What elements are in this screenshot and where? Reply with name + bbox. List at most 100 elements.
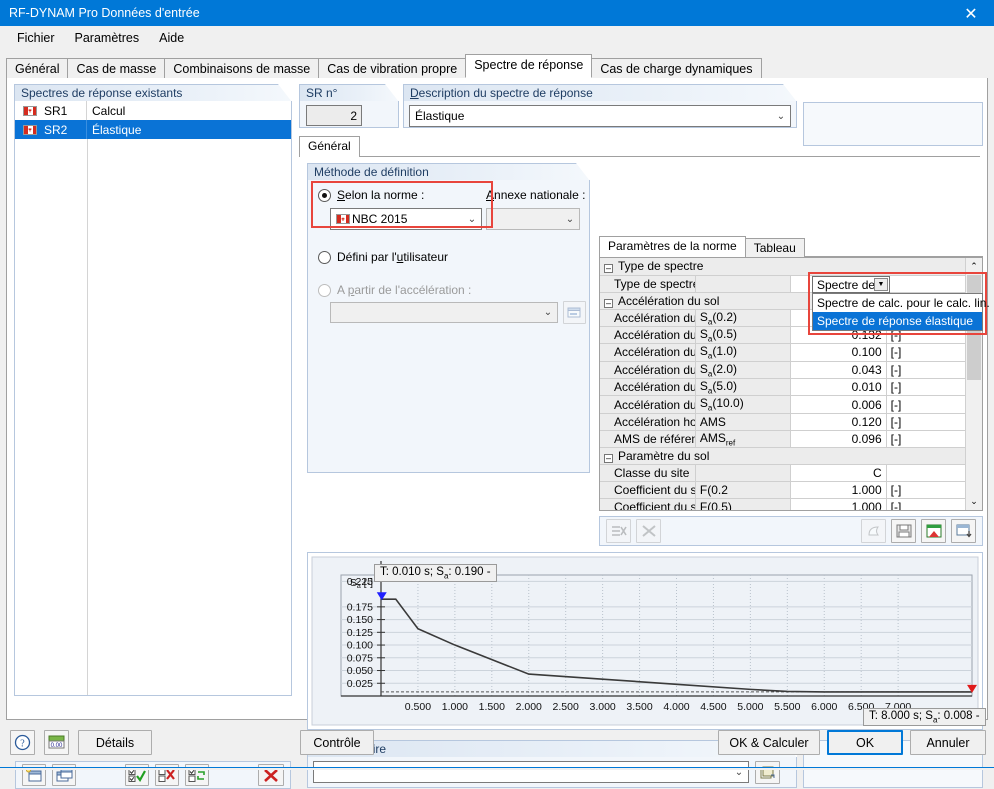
response-spectrum-chart[interactable]: 0.225 0.175 0.150 0.125 0.100 0.075 0.050 0.025… [307, 552, 986, 730]
tab-cas-de-vibration-propre[interactable]: Cas de vibration propre [318, 58, 467, 79]
table-group-row[interactable]: – Paramètre du sol [600, 447, 982, 466]
standard-combo[interactable]: NBC 2015 ⌄ [330, 208, 482, 230]
table-row[interactable]: Coefficient du site pour uneF(0.5)1.000[… [600, 498, 982, 510]
chevron-down-icon[interactable]: ▼ [874, 278, 888, 291]
export-excel-button[interactable] [921, 519, 946, 543]
ok-button[interactable]: OK [827, 730, 903, 755]
table-cell-label: Type de spectre [600, 275, 696, 293]
tab-general[interactable]: Général [6, 58, 69, 79]
table-cell-value[interactable]: 0.100 [790, 343, 887, 362]
table-cell-value[interactable]: 1.000 [790, 481, 887, 500]
table-cell-value[interactable]: 0.010 [790, 378, 887, 397]
tab-cas-de-masse[interactable]: Cas de masse [67, 58, 166, 79]
table-row[interactable]: Classe du site C [600, 464, 982, 483]
from-acceleration-radio[interactable] [318, 283, 331, 297]
standard-radio-row[interactable]: Selon la norme : [318, 188, 424, 202]
help-button[interactable]: ? [10, 730, 35, 755]
general-subtab-bar: Général [299, 136, 980, 157]
dropdown-option-elastic[interactable]: Spectre de réponse élastique [813, 312, 982, 330]
national-annex-combo[interactable]: ⌄ [486, 208, 580, 230]
sr2-id-cell: SR2 [15, 120, 87, 139]
chart-end-tooltip: T: 8.000 s; Sa: 0.008 - [863, 708, 986, 727]
description-title: Description du spectre de réponse [403, 84, 797, 101]
table-row[interactable]: Accélération du spectre pouSa(5.0)0.010[… [600, 378, 982, 397]
menu-item-parametres[interactable]: Paramètres [66, 28, 149, 48]
subtab-parametres-de-la-norme[interactable]: Paramètres de la norme [599, 236, 746, 257]
table-cell-symbol [695, 275, 792, 293]
menu-item-fichier[interactable]: Fichier [8, 28, 64, 48]
spectrum-type-combo[interactable]: Spectre de ▼ [812, 276, 890, 293]
table-row[interactable]: Accélération horizontale maAMS0.120[-] [600, 413, 982, 431]
subtab-tableau[interactable]: Tableau [744, 238, 805, 257]
list-item[interactable]: SR1 Calcul [15, 101, 291, 120]
tab-spectre-de-reponse[interactable]: Spectre de réponse [465, 54, 593, 78]
table-cell-label: Accélération du spectre pou [600, 378, 696, 397]
table-cell-value[interactable]: 0.120 [790, 413, 887, 431]
close-icon[interactable]: ✕ [948, 0, 994, 26]
from-acceleration-label: A partir de l'accélération : [337, 283, 472, 297]
print-preview-button[interactable] [861, 519, 886, 543]
details-button[interactable]: Détails [78, 730, 152, 755]
save-button[interactable] [891, 519, 916, 543]
subtab-general[interactable]: Général [299, 136, 360, 157]
svg-text:0.025: 0.025 [347, 678, 373, 690]
description-title-rest: escription du spectre de réponse [418, 86, 593, 100]
from-acceleration-radio-row[interactable]: A partir de l'accélération : [318, 283, 471, 297]
table-cell-value[interactable]: 1.000 [790, 498, 887, 510]
collapse-icon[interactable]: – [604, 264, 613, 274]
dropdown-option-calc[interactable]: Spectre de calc. pour le calc. lin. [813, 294, 990, 312]
chevron-down-icon[interactable]: ⌄ [561, 209, 579, 229]
table-cell-symbol [695, 464, 792, 483]
collapse-icon[interactable]: – [604, 454, 613, 464]
svg-text:0.150: 0.150 [347, 614, 373, 626]
table-cell-label: Accélération du spectre pou [600, 361, 696, 380]
table-cell-label: Accélération horizontale ma [600, 413, 696, 431]
spectrum-type-dropdown-list[interactable]: Spectre de calc. pour le calc. lin. Spec… [812, 293, 990, 331]
tab-combinaisons-de-masse[interactable]: Combinaisons de masse [164, 58, 320, 79]
tab-cas-de-charge-dynamiques[interactable]: Cas de charge dynamiques [591, 58, 762, 79]
table-row[interactable]: Accélération du spectre pouSa(2.0)0.043[… [600, 361, 982, 380]
chevron-up-icon[interactable]: ⌃ [966, 258, 982, 275]
table-group-label: – Type de spectre [600, 258, 982, 276]
svg-text:4.000: 4.000 [663, 701, 689, 713]
table-cell-value[interactable]: 0.006 [790, 395, 887, 414]
chevron-down-icon[interactable]: ⌄ [966, 493, 982, 510]
chevron-down-icon[interactable]: ⌄ [772, 106, 790, 126]
acceleration-import-button[interactable] [563, 301, 586, 324]
user-defined-radio[interactable] [318, 250, 331, 264]
table-row[interactable]: Type de spectre [600, 275, 982, 293]
check-button[interactable]: Contrôle [300, 730, 374, 755]
clear-row-button[interactable] [606, 519, 631, 543]
table-cell-value[interactable]: 0.096 [790, 430, 887, 449]
svg-text:0.175: 0.175 [347, 601, 373, 613]
table-row[interactable]: AMS de référence pour la dAMSref0.096[-] [600, 430, 982, 449]
user-defined-radio-row[interactable]: Défini par l'utilisateur [318, 250, 448, 264]
clear-all-button[interactable] [636, 519, 661, 543]
cancel-button[interactable]: Annuler [910, 730, 986, 755]
existing-spectra-list[interactable]: SR1 Calcul SR2 Élastique [15, 101, 291, 695]
printer-icon [867, 526, 879, 536]
table-cell-value[interactable]: C [790, 464, 887, 483]
table-row[interactable]: Accélération du spectre pouSa(10.0)0.006… [600, 395, 982, 414]
ok-calculate-button[interactable]: OK & Calculer [718, 730, 820, 755]
description-combo[interactable]: Élastique ⌄ [409, 105, 791, 127]
units-button[interactable]: 0.00 [44, 730, 69, 755]
user-defined-label: Défini par l'utilisateur [337, 250, 449, 264]
table-row[interactable]: Accélération du spectre pouSa(1.0)0.100[… [600, 343, 982, 362]
standard-radio-label: Selon la norme : [337, 188, 425, 202]
list-item[interactable]: SR2 Élastique [15, 120, 291, 139]
table-cell-label: Classe du site [600, 464, 696, 483]
table-group-row[interactable]: – Type de spectre [600, 258, 982, 276]
standard-radio[interactable] [318, 188, 331, 202]
import-excel-button[interactable] [951, 519, 976, 543]
clear-all-x-icon [641, 525, 656, 537]
table-cell-symbol: Sa(0.2) [695, 309, 792, 327]
chevron-down-icon[interactable]: ⌄ [539, 303, 557, 322]
sr-number-field[interactable]: 2 [306, 105, 362, 126]
collapse-icon[interactable]: – [604, 298, 613, 308]
chevron-down-icon[interactable]: ⌄ [463, 209, 481, 229]
acceleration-combo[interactable]: ⌄ [330, 302, 558, 323]
menu-item-aide[interactable]: Aide [150, 28, 193, 48]
table-row[interactable]: Coefficient du site pour uneF(0.21.000[-… [600, 481, 982, 500]
table-cell-value[interactable]: 0.043 [790, 361, 887, 380]
